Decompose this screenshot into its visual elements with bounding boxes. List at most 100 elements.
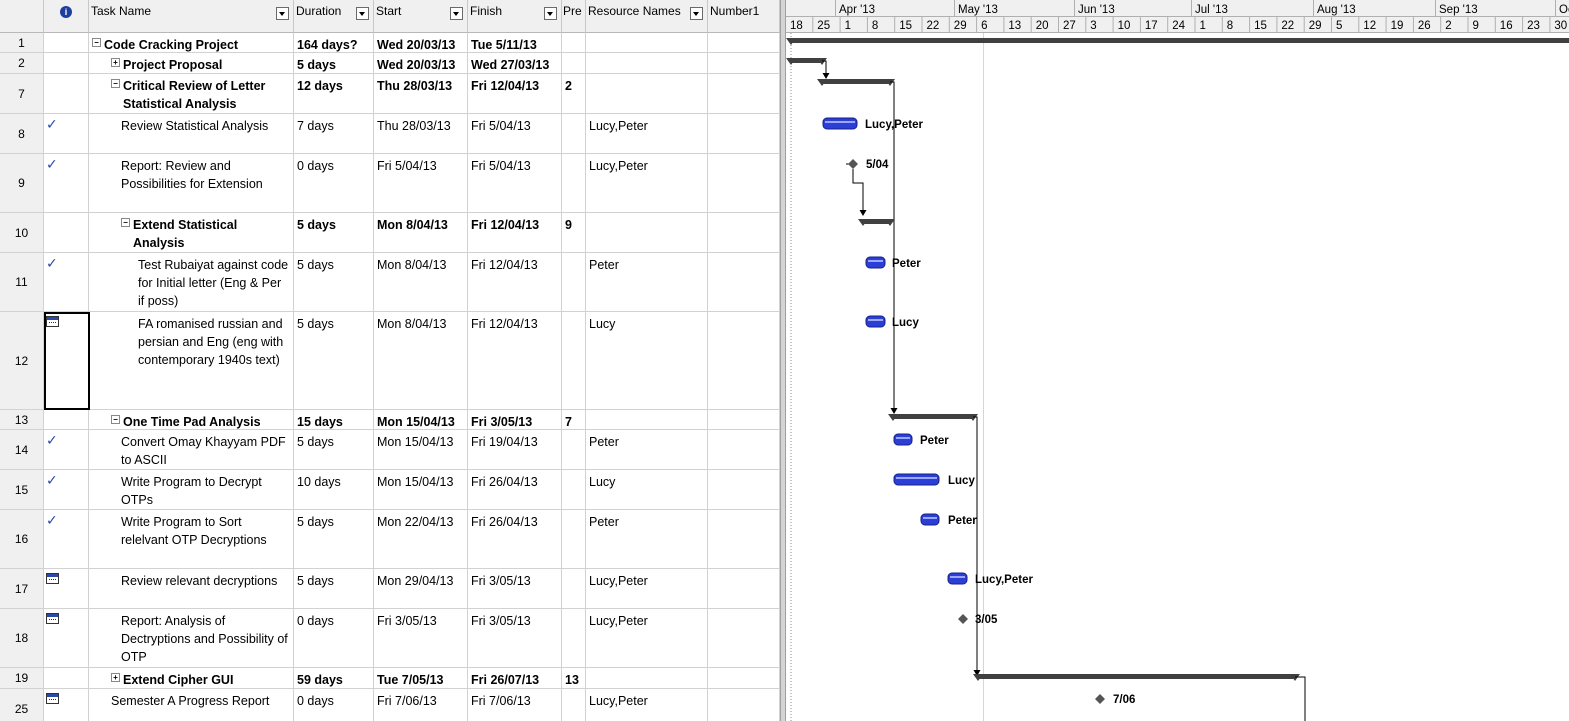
row-id[interactable]: 16 xyxy=(0,510,44,568)
predecessors-cell[interactable] xyxy=(562,569,586,608)
start-cell[interactable]: Thu 28/03/13 xyxy=(374,74,468,113)
number1-cell[interactable] xyxy=(708,668,780,688)
predecessors-cell[interactable] xyxy=(562,510,586,568)
expand-icon[interactable]: + xyxy=(111,673,120,682)
task-name-cell[interactable]: Write Program to Decrypt OTPs xyxy=(89,470,294,509)
row-id[interactable]: 15 xyxy=(0,470,44,509)
predecessors-cell[interactable] xyxy=(562,430,586,469)
finish-cell[interactable]: Fri 26/04/13 xyxy=(468,470,562,509)
predecessors-cell[interactable] xyxy=(562,253,586,311)
resource-names-cell[interactable] xyxy=(586,53,708,73)
finish-cell[interactable]: Fri 12/04/13 xyxy=(468,74,562,113)
duration-cell[interactable]: 164 days? xyxy=(294,33,374,52)
number1-cell[interactable] xyxy=(708,53,780,73)
resource-names-cell[interactable]: Lucy xyxy=(586,312,708,409)
table-row[interactable]: 1− Code Cracking Project 164 days? Wed 20/0… xyxy=(0,33,780,53)
number1-cell[interactable] xyxy=(708,510,780,568)
predecessors-cell[interactable]: 13 xyxy=(562,668,586,688)
duration-cell[interactable]: 5 days xyxy=(294,253,374,311)
finish-cell[interactable]: Fri 3/05/13 xyxy=(468,569,562,608)
finish-cell[interactable]: Fri 26/04/13 xyxy=(468,510,562,568)
number1-cell[interactable] xyxy=(708,312,780,409)
predecessors-cell[interactable] xyxy=(562,470,586,509)
resource-names-cell[interactable] xyxy=(586,74,708,113)
number1-cell[interactable] xyxy=(708,33,780,52)
task-name-cell[interactable]: Test Rubaiyat against code for Initial l… xyxy=(89,253,294,311)
table-row[interactable]: 13− One Time Pad Analysis 15 days Mon 15/04… xyxy=(0,410,780,430)
finish-cell[interactable]: Fri 12/04/13 xyxy=(468,253,562,311)
filter-dropdown-icon[interactable] xyxy=(276,7,289,20)
predecessors-cell[interactable]: 7 xyxy=(562,410,586,429)
row-id[interactable]: 10 xyxy=(0,213,44,252)
resource-names-cell[interactable] xyxy=(586,213,708,252)
duration-cell[interactable]: 5 days xyxy=(294,53,374,73)
predecessors-cell[interactable]: 9 xyxy=(562,213,586,252)
start-cell[interactable]: Mon 15/04/13 xyxy=(374,470,468,509)
start-cell[interactable]: Wed 20/03/13 xyxy=(374,53,468,73)
select-all-corner[interactable] xyxy=(0,0,44,33)
collapse-icon[interactable]: − xyxy=(92,38,101,47)
start-cell[interactable]: Fri 7/06/13 xyxy=(374,689,468,721)
start-cell[interactable]: Fri 5/04/13 xyxy=(374,154,468,212)
finish-cell[interactable]: Fri 19/04/13 xyxy=(468,430,562,469)
task-name-cell[interactable]: + Project Proposal xyxy=(89,53,294,73)
start-header[interactable]: Start xyxy=(374,0,468,33)
finish-cell[interactable]: Fri 3/05/13 xyxy=(468,609,562,667)
task-name-cell[interactable]: Report: Review and Possibilities for Ext… xyxy=(89,154,294,212)
start-cell[interactable]: Mon 8/04/13 xyxy=(374,312,468,409)
predecessors-cell[interactable] xyxy=(562,33,586,52)
start-cell[interactable]: Fri 3/05/13 xyxy=(374,609,468,667)
table-row[interactable]: 7 − Critical Review of Letter Statistical … xyxy=(0,74,780,114)
predecessors-cell[interactable] xyxy=(562,689,586,721)
start-cell[interactable]: Mon 8/04/13 xyxy=(374,213,468,252)
start-cell[interactable]: Tue 7/05/13 xyxy=(374,668,468,688)
resource-names-cell[interactable]: Lucy,Peter xyxy=(586,569,708,608)
duration-header[interactable]: Duration xyxy=(294,0,374,33)
table-row[interactable]: 9 ✓ Report: Review and Possibilities for E… xyxy=(0,154,780,213)
gantt-chart[interactable]: Apr '13 May '13 Jun '13 Jul '13 Aug '13 Sep '… xyxy=(786,0,1569,721)
predecessors-cell[interactable] xyxy=(562,609,586,667)
number1-cell[interactable] xyxy=(708,430,780,469)
number1-cell[interactable] xyxy=(708,569,780,608)
duration-cell[interactable]: 5 days xyxy=(294,430,374,469)
collapse-icon[interactable]: − xyxy=(111,415,120,424)
duration-cell[interactable]: 15 days xyxy=(294,410,374,429)
row-id[interactable]: 13 xyxy=(0,410,44,429)
collapse-icon[interactable]: − xyxy=(111,79,120,88)
filter-dropdown-icon[interactable] xyxy=(356,7,369,20)
row-id[interactable]: 14 xyxy=(0,430,44,469)
table-row[interactable]: 16 ✓ Write Program to Sort relelvant OTP D… xyxy=(0,510,780,569)
table-row[interactable]: 11 ✓ Test Rubaiyat against code for Initia… xyxy=(0,253,780,312)
finish-cell[interactable]: Fri 12/04/13 xyxy=(468,312,562,409)
resource-names-cell[interactable] xyxy=(586,410,708,429)
resource-names-cell[interactable]: Lucy,Peter xyxy=(586,114,708,153)
finish-cell[interactable]: Tue 5/11/13 xyxy=(468,33,562,52)
duration-cell[interactable]: 59 days xyxy=(294,668,374,688)
resource-names-cell[interactable]: Lucy,Peter xyxy=(586,154,708,212)
finish-cell[interactable]: Fri 5/04/13 xyxy=(468,154,562,212)
duration-cell[interactable]: 10 days xyxy=(294,470,374,509)
resource-names-cell[interactable]: Lucy,Peter xyxy=(586,689,708,721)
row-id[interactable]: 25 xyxy=(0,689,44,721)
table-row[interactable]: 12 FA romanised russian and persian and E… xyxy=(0,312,780,410)
row-id[interactable]: 1 xyxy=(0,33,44,52)
number1-header[interactable]: Number1 xyxy=(708,0,780,33)
row-id[interactable]: 19 xyxy=(0,668,44,688)
start-cell[interactable]: Mon 8/04/13 xyxy=(374,253,468,311)
resource-names-cell[interactable]: Peter xyxy=(586,253,708,311)
row-id[interactable]: 18 xyxy=(0,609,44,667)
number1-cell[interactable] xyxy=(708,213,780,252)
duration-cell[interactable]: 0 days xyxy=(294,609,374,667)
predecessors-cell[interactable]: 2 xyxy=(562,74,586,113)
table-row[interactable]: 14 ✓ Convert Omay Khayyam PDF to ASCII 5 da… xyxy=(0,430,780,470)
row-id[interactable]: 2 xyxy=(0,53,44,73)
filter-dropdown-icon[interactable] xyxy=(450,7,463,20)
task-name-header[interactable]: Task Name xyxy=(89,0,294,33)
task-name-cell[interactable]: Write Program to Sort relelvant OTP Decr… xyxy=(89,510,294,568)
duration-cell[interactable]: 7 days xyxy=(294,114,374,153)
row-id[interactable]: 8 xyxy=(0,114,44,153)
resource-names-cell[interactable]: Lucy xyxy=(586,470,708,509)
collapse-icon[interactable]: − xyxy=(121,218,130,227)
predecessors-cell[interactable] xyxy=(562,53,586,73)
finish-cell[interactable]: Fri 5/04/13 xyxy=(468,114,562,153)
